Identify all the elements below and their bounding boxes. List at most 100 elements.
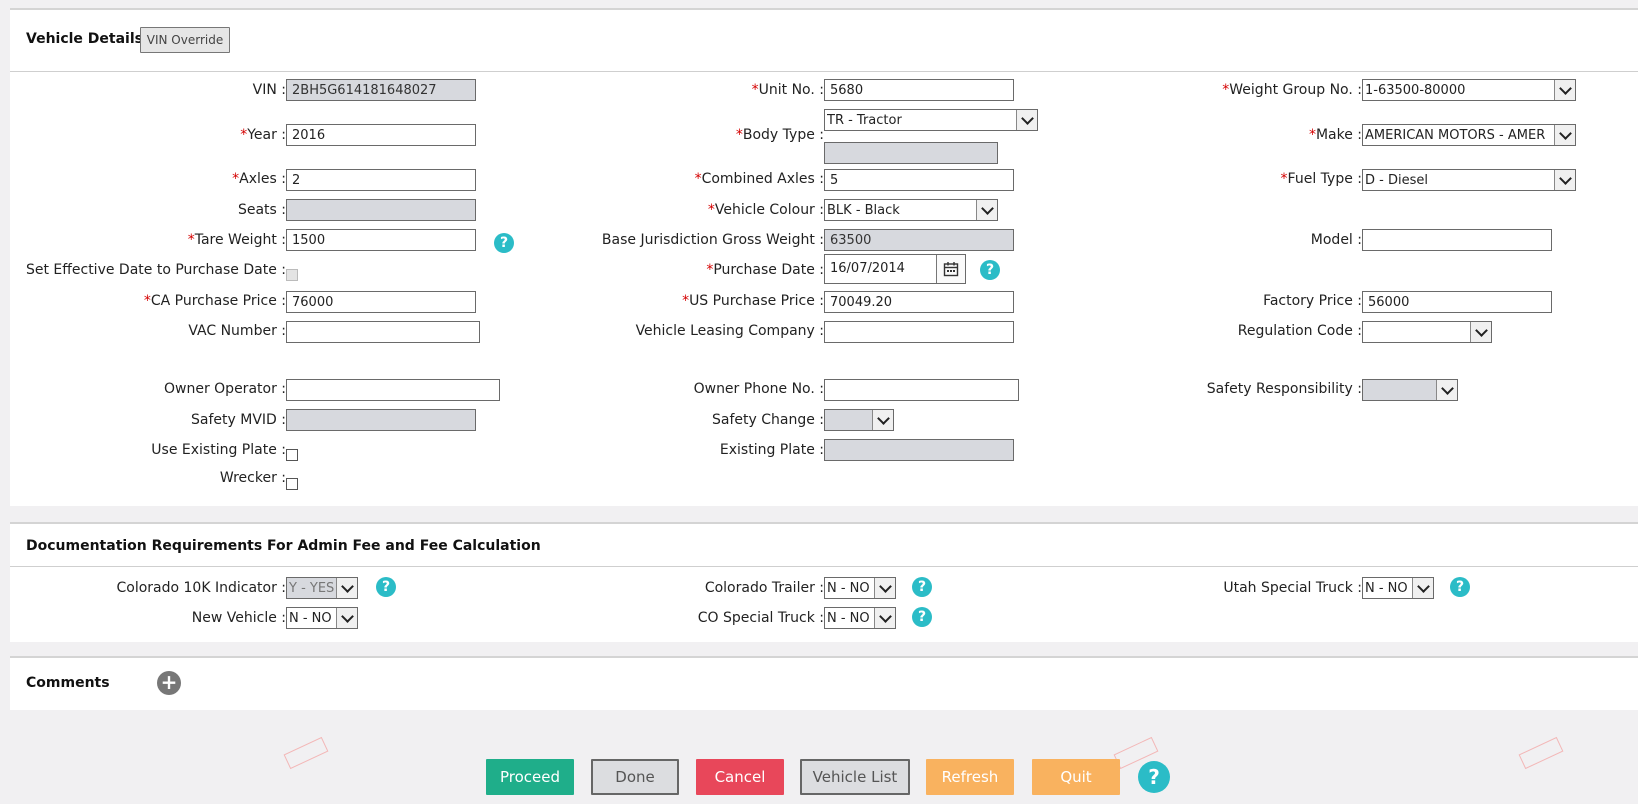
done-button[interactable]: Done <box>591 759 679 795</box>
vehicle-details-panel: Vehicle Details VIN Override VIN : 2BH5G… <box>10 8 1638 506</box>
colorado-10k-select[interactable]: Y - YES <box>286 577 358 599</box>
colorado-trailer-select[interactable]: N - NO <box>824 577 896 599</box>
make-label: *Make : <box>1308 127 1362 143</box>
watermark-shape <box>283 736 329 770</box>
documentation-panel: Documentation Requirements For Admin Fee… <box>10 522 1638 642</box>
quit-button[interactable]: Quit <box>1032 759 1120 795</box>
existing-plate-field[interactable] <box>824 439 1014 461</box>
safety-responsibility-select[interactable] <box>1362 379 1458 401</box>
utah-special-truck-help-icon[interactable]: ? <box>1450 577 1470 597</box>
comments-panel: Comments + <box>10 656 1638 710</box>
section-divider <box>10 566 1638 567</box>
colorado-10k-help-icon[interactable]: ? <box>376 577 396 597</box>
axles-field[interactable]: 2 <box>286 169 476 191</box>
safety-mvid-label: Safety MVID : <box>191 412 286 428</box>
owner-operator-label: Owner Operator : <box>164 381 286 397</box>
wrecker-checkbox[interactable] <box>286 478 298 490</box>
unit-no-field[interactable]: 5680 <box>824 79 1014 101</box>
owner-operator-field[interactable] <box>286 379 500 401</box>
panel-divider <box>10 656 1638 658</box>
proceed-button[interactable]: Proceed <box>486 759 574 795</box>
base-jurisdiction-gross-weight-label: Base Jurisdiction Gross Weight : <box>601 232 824 248</box>
seats-label: Seats : <box>237 202 286 218</box>
ca-purchase-price-field[interactable]: 76000 <box>286 291 476 313</box>
utah-special-truck-select[interactable]: N - NO <box>1362 577 1434 599</box>
page-help-icon[interactable]: ? <box>1138 761 1170 793</box>
use-existing-plate-checkbox[interactable] <box>286 449 298 461</box>
vehicle-list-button[interactable]: Vehicle List <box>800 759 910 795</box>
safety-change-select[interactable] <box>824 409 894 431</box>
combined-axles-label: *Combined Axles : <box>694 171 824 187</box>
co-special-truck-select[interactable]: N - NO <box>824 607 896 629</box>
weight-group-no-select[interactable]: 1-63500-80000 <box>1362 79 1576 101</box>
vehicle-leasing-company-label: Vehicle Leasing Company : <box>635 323 824 339</box>
body-type-label: *Body Type : <box>735 127 824 143</box>
vac-number-label: VAC Number : <box>188 323 286 339</box>
colorado-trailer-label: Colorado Trailer : <box>704 580 824 596</box>
chevron-down-icon <box>336 578 357 598</box>
fuel-type-select[interactable]: D - Diesel <box>1362 169 1576 191</box>
vin-override-button[interactable]: VIN Override <box>140 27 230 53</box>
add-comment-icon[interactable]: + <box>157 671 181 695</box>
purchase-date-field[interactable]: 16/07/2014 <box>824 254 966 284</box>
use-existing-plate-label: Use Existing Plate : <box>151 442 286 458</box>
refresh-button[interactable]: Refresh <box>926 759 1014 795</box>
us-purchase-price-field[interactable]: 70049.20 <box>824 291 1014 313</box>
body-type-extra-field[interactable] <box>824 142 998 164</box>
calendar-icon[interactable] <box>936 255 965 283</box>
ca-purchase-price-label: *CA Purchase Price : <box>143 293 286 309</box>
co-special-truck-help-icon[interactable]: ? <box>912 607 932 627</box>
make-select[interactable]: AMERICAN MOTORS - AMER <box>1362 124 1576 146</box>
vehicle-leasing-company-field[interactable] <box>824 321 1014 343</box>
chevron-down-icon <box>1412 578 1433 598</box>
safety-mvid-field[interactable] <box>286 409 476 431</box>
body-type-select[interactable]: TR - Tractor <box>824 109 1038 131</box>
watermark-shape <box>1518 736 1564 770</box>
base-jurisdiction-gross-weight-field[interactable]: 63500 <box>824 229 1014 251</box>
chevron-down-icon <box>1470 322 1491 342</box>
regulation-code-select[interactable] <box>1362 321 1492 343</box>
panel-divider <box>10 8 1638 10</box>
new-vehicle-select[interactable]: N - NO <box>286 607 358 629</box>
weight-group-no-label: *Weight Group No. : <box>1222 82 1362 98</box>
safety-change-label: Safety Change : <box>711 412 824 428</box>
vin-label: VIN : <box>252 82 286 98</box>
chevron-down-icon <box>874 578 895 598</box>
chevron-down-icon <box>872 410 893 430</box>
fuel-type-label: *Fuel Type : <box>1280 171 1362 187</box>
purchase-date-help-icon[interactable]: ? <box>980 260 1000 280</box>
chevron-down-icon <box>1554 125 1575 145</box>
seats-field[interactable] <box>286 199 476 221</box>
safety-responsibility-label: Safety Responsibility : <box>1206 381 1362 397</box>
chevron-down-icon <box>1016 110 1037 130</box>
tare-weight-label: *Tare Weight : <box>187 232 286 248</box>
owner-phone-no-field[interactable] <box>824 379 1019 401</box>
chevron-down-icon <box>874 608 895 628</box>
existing-plate-label: Existing Plate : <box>719 442 824 458</box>
wrecker-label: Wrecker : <box>219 470 286 486</box>
colorado-10k-label: Colorado 10K Indicator : <box>116 580 286 596</box>
set-effective-date-checkbox[interactable] <box>286 269 298 281</box>
year-field[interactable]: 2016 <box>286 124 476 146</box>
vehicle-details-title: Vehicle Details <box>26 31 143 47</box>
model-field[interactable] <box>1362 229 1552 251</box>
set-effective-date-label: Set Effective Date to Purchase Date : <box>25 262 286 278</box>
chevron-down-icon <box>1436 380 1457 400</box>
purchase-date-label: *Purchase Date : <box>706 262 824 278</box>
panel-divider <box>10 522 1638 524</box>
vac-number-field[interactable] <box>286 321 480 343</box>
cancel-button[interactable]: Cancel <box>696 759 784 795</box>
tare-weight-field[interactable]: 1500 <box>286 229 476 251</box>
tare-weight-help-icon[interactable]: ? <box>494 233 514 253</box>
colorado-trailer-help-icon[interactable]: ? <box>912 577 932 597</box>
chevron-down-icon <box>1554 80 1575 100</box>
utah-special-truck-label: Utah Special Truck : <box>1223 580 1362 596</box>
combined-axles-field[interactable]: 5 <box>824 169 1014 191</box>
vin-field[interactable]: 2BH5G614181648027 <box>286 79 476 101</box>
section-divider <box>10 71 1638 72</box>
unit-no-label: *Unit No. : <box>751 82 824 98</box>
factory-price-field[interactable]: 56000 <box>1362 291 1552 313</box>
vehicle-colour-label: *Vehicle Colour : <box>707 202 824 218</box>
documentation-title: Documentation Requirements For Admin Fee… <box>26 538 541 554</box>
vehicle-colour-select[interactable]: BLK - Black <box>824 199 998 221</box>
